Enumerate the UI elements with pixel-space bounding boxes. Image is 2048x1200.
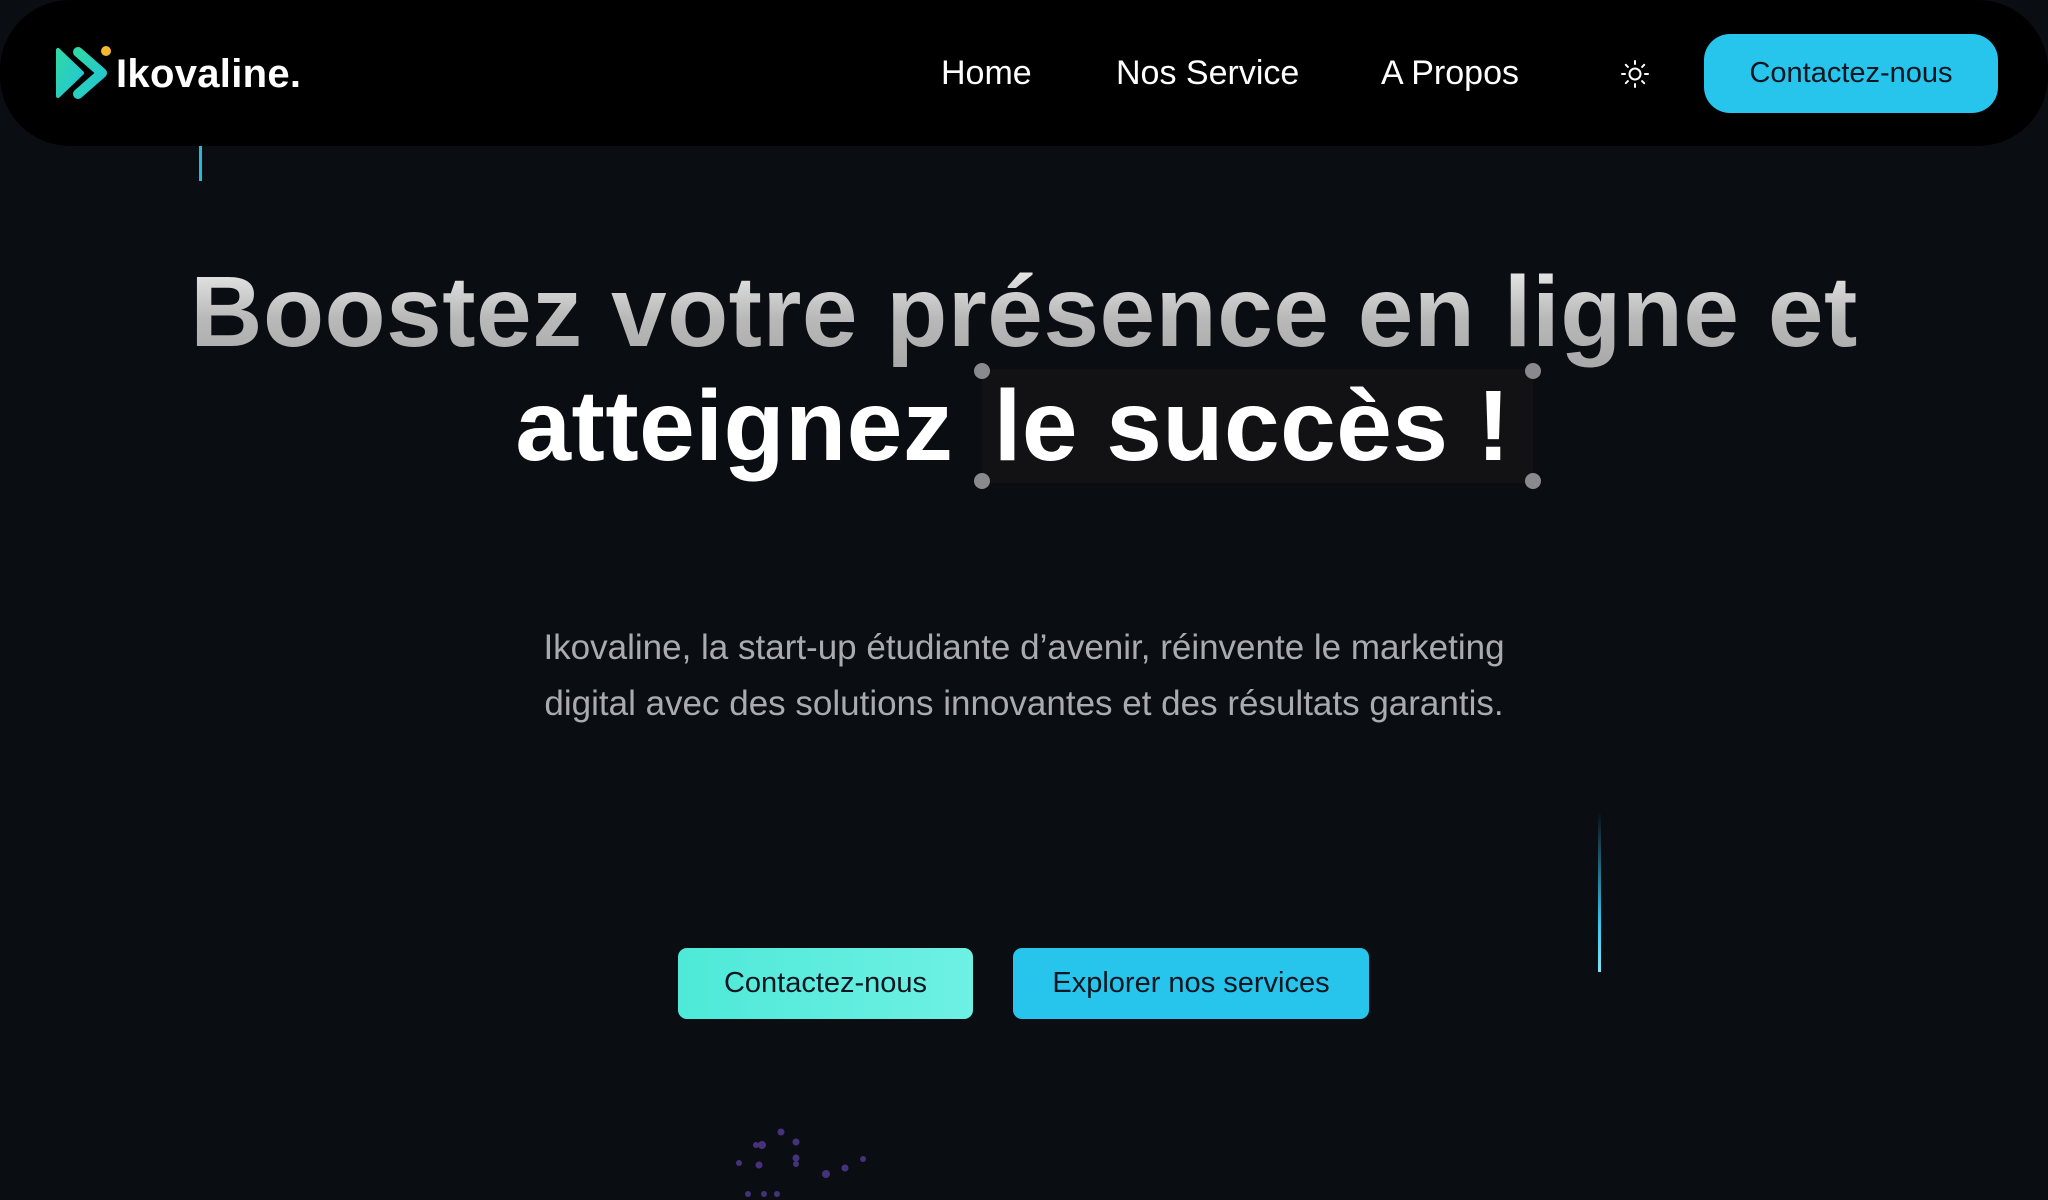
hero-title-prefix: atteignez bbox=[515, 370, 954, 482]
decorative-dots bbox=[736, 1128, 866, 1197]
decorative-line bbox=[1598, 812, 1601, 972]
nav-link-services[interactable]: Nos Service bbox=[1116, 50, 1299, 96]
nav-contact-button[interactable]: Contactez-nous bbox=[1704, 34, 1998, 113]
navbar: Ikovaline. Home Nos Service A Propos Con… bbox=[0, 0, 2048, 146]
decorative-line bbox=[199, 146, 202, 181]
hero-title-line2: atteignez le succès ! bbox=[0, 363, 2048, 489]
selection-handle bbox=[1524, 473, 1541, 489]
nav-link-home[interactable]: Home bbox=[941, 50, 1032, 96]
hero-subtitle: Ikovaline, la start-up étudiante d’aveni… bbox=[543, 628, 1505, 723]
explore-services-button[interactable]: Explorer nos services bbox=[1013, 948, 1369, 1019]
hero-title-line1: Boostez votre présence en ligne et bbox=[0, 255, 2048, 369]
page: Ikovaline. Home Nos Service A Propos Con… bbox=[0, 0, 2048, 1200]
nav-link-about[interactable]: A Propos bbox=[1381, 50, 1519, 96]
hero-title-highlight-text: le succès ! bbox=[993, 370, 1511, 482]
hero-title-highlight: le succès ! bbox=[973, 363, 1541, 489]
selection-handle bbox=[1524, 363, 1541, 379]
hero-title: Boostez votre présence en ligne et attei… bbox=[0, 255, 2048, 489]
selection-handle bbox=[973, 363, 990, 379]
hero-contact-button[interactable]: Contactez-nous bbox=[678, 948, 973, 1019]
theme-toggle-button[interactable] bbox=[1618, 57, 1652, 91]
selection-handle bbox=[973, 473, 990, 489]
sun-icon bbox=[1621, 60, 1649, 88]
